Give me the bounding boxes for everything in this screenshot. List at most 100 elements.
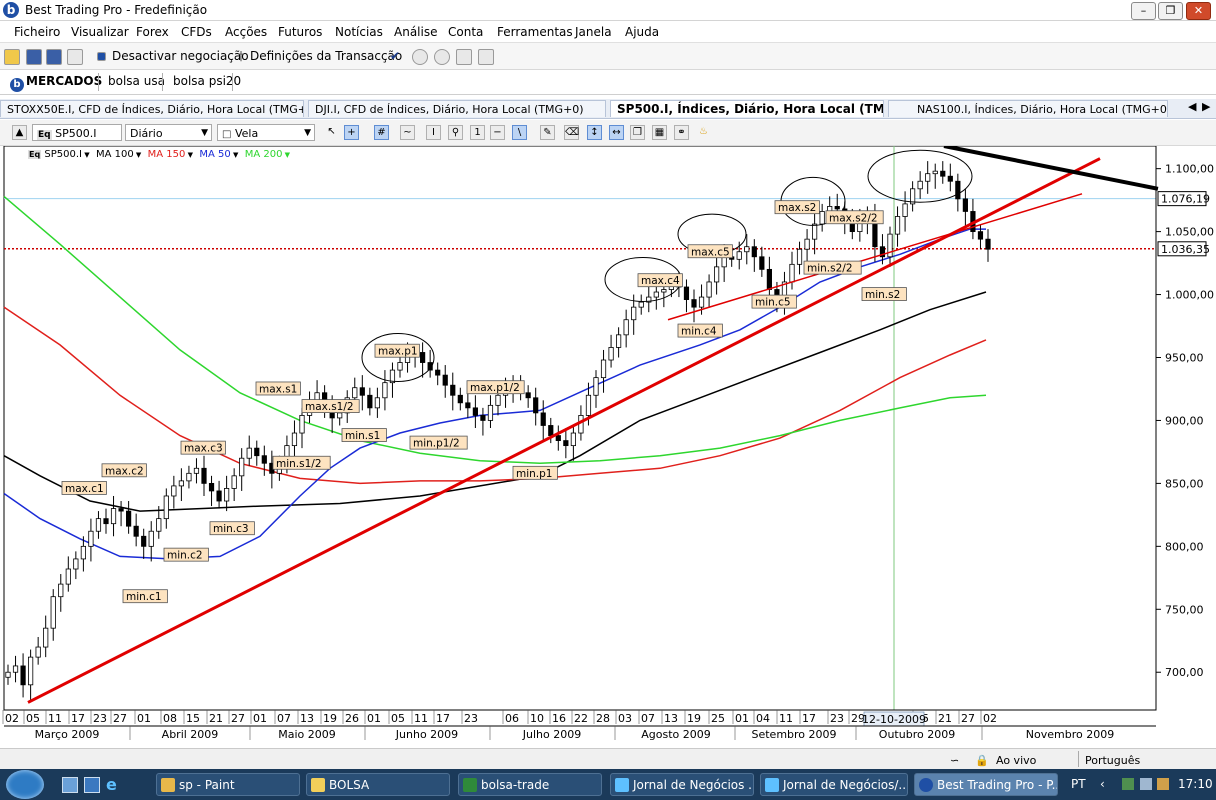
chart-type-select[interactable]: □ Vela ▼ bbox=[217, 124, 315, 141]
print-icon[interactable] bbox=[67, 49, 83, 65]
symbol-input[interactable]: Eq SP500.I bbox=[32, 124, 122, 141]
menu-janela[interactable]: Janela bbox=[575, 25, 612, 39]
x-tick-label: 27 bbox=[961, 712, 975, 725]
start-button[interactable] bbox=[6, 770, 44, 799]
annotation-label: min.c3 bbox=[209, 521, 255, 535]
legend-ma100[interactable]: MA 100 bbox=[96, 149, 134, 160]
tray-app-icon[interactable] bbox=[1157, 778, 1169, 790]
scroll-lock-icon[interactable]: ↔ bbox=[609, 125, 624, 140]
chart-tab-nas100[interactable]: NAS100.I, Índices, Diário, Hora Local (T… bbox=[888, 100, 1168, 117]
taskbar-item-jornal-2[interactable]: Jornal de Negócios/... bbox=[760, 773, 908, 796]
menu-analise[interactable]: Análise bbox=[394, 25, 437, 39]
legend-ma50[interactable]: MA 50 bbox=[199, 149, 230, 160]
candle-body bbox=[563, 440, 569, 447]
menu-conta[interactable]: Conta bbox=[448, 25, 483, 39]
candle-body bbox=[201, 467, 207, 484]
grid-icon[interactable]: # bbox=[374, 125, 389, 140]
x-tick-label: 04 bbox=[756, 712, 770, 725]
x-tick-label: 19 bbox=[323, 712, 337, 725]
menu-ficheiro[interactable]: Ficheiro bbox=[14, 25, 60, 39]
pencil-icon[interactable]: ✎ bbox=[540, 125, 555, 140]
zoom-out-icon[interactable]: − bbox=[490, 125, 505, 140]
home-icon[interactable] bbox=[456, 49, 472, 65]
ie-icon[interactable]: e bbox=[106, 775, 117, 794]
disabled-circle-icon-2[interactable] bbox=[434, 49, 450, 65]
copy-icon[interactable]: ❐ bbox=[630, 125, 645, 140]
menu-ferramentas[interactable]: Ferramentas bbox=[497, 25, 573, 39]
cursor-arrow-icon[interactable]: ↖ bbox=[324, 125, 339, 140]
tray-language[interactable]: PT bbox=[1071, 777, 1086, 791]
price-chart[interactable]: max.c1max.c2 max.c3 min.c1 min.c2 min.c3 max.… bbox=[0, 146, 1216, 744]
chart-tab-dji[interactable]: DJI.I, CFD de Índices, Diário, Hora Loca… bbox=[308, 100, 606, 117]
candle-body bbox=[299, 415, 305, 434]
explorer-icon[interactable] bbox=[84, 777, 100, 793]
tab-divider bbox=[98, 73, 99, 91]
menu-cfds[interactable]: CFDs bbox=[181, 25, 212, 39]
month-label: Novembro 2009 bbox=[1026, 728, 1114, 741]
text-tool-icon[interactable]: I bbox=[426, 125, 441, 140]
trendline-icon[interactable]: \ bbox=[512, 125, 527, 140]
network-icon[interactable] bbox=[1122, 778, 1134, 790]
x-tick-label: 11 bbox=[779, 712, 793, 725]
menu-noticias[interactable]: Notícias bbox=[335, 25, 383, 39]
annotation-text: min.s1/2 bbox=[276, 458, 322, 470]
tab-mercados-label: MERCADOS bbox=[26, 74, 103, 88]
legend-symbol[interactable]: SP500.I bbox=[44, 149, 82, 160]
checkmark-icon[interactable]: ✔ bbox=[390, 49, 400, 63]
autoscale-icon[interactable]: ↕ bbox=[587, 125, 602, 140]
chart-tab-stoxx50e[interactable]: STOXX50E.I, CFD de Índices, Diário, Hora… bbox=[0, 100, 304, 117]
restore-button[interactable]: ❐ bbox=[1158, 2, 1183, 20]
crosshair-date-label: 12-10-2009 bbox=[862, 713, 926, 726]
tab-bolsa-psi20[interactable]: bolsa psi20 bbox=[173, 74, 241, 88]
tray-arrow-icon[interactable]: ‹ bbox=[1100, 777, 1105, 791]
save-icon[interactable] bbox=[26, 49, 42, 65]
annotation-label: min.s2 bbox=[861, 287, 907, 301]
candle-body bbox=[254, 447, 260, 457]
deactivate-trading-button[interactable]: Desactivar negociação bbox=[112, 49, 249, 63]
chevron-down-icon: ▼ bbox=[230, 151, 239, 159]
transaction-settings-button[interactable]: Definições da Transacção bbox=[250, 49, 402, 63]
tab-scroll-left-icon[interactable]: ◀ bbox=[1188, 100, 1196, 113]
legend-ma200[interactable]: MA 200 bbox=[245, 149, 283, 160]
refresh-icon[interactable] bbox=[478, 49, 494, 65]
crosshair-icon[interactable]: + bbox=[344, 125, 359, 140]
chart-tab-sp500[interactable]: SP500.I, Índices, Diário, Hora Local (TM… bbox=[610, 100, 884, 117]
indicators-icon[interactable]: ~ bbox=[400, 125, 415, 140]
show-desktop-icon[interactable] bbox=[62, 777, 78, 793]
taskbar-item-bolsa[interactable]: BOLSA bbox=[306, 773, 450, 796]
close-button[interactable]: ✕ bbox=[1186, 2, 1211, 20]
tab-bolsa-usa[interactable]: bolsa usa bbox=[108, 74, 165, 88]
taskbar-item-paint[interactable]: sp - Paint bbox=[156, 773, 300, 796]
menu-ajuda[interactable]: Ajuda bbox=[625, 25, 659, 39]
collapse-up-icon[interactable]: ▲ bbox=[12, 125, 27, 140]
period-select[interactable]: Diário ▼ bbox=[125, 124, 212, 141]
annotation-label: max.c2 bbox=[101, 463, 147, 477]
link-icon[interactable]: ⚭ bbox=[674, 125, 689, 140]
template-icon[interactable]: ▦ bbox=[652, 125, 667, 140]
menu-accoes[interactable]: Acções bbox=[225, 25, 267, 39]
alert-bell-icon[interactable]: ♨ bbox=[696, 125, 711, 140]
tab-divider bbox=[232, 73, 233, 91]
candle-body bbox=[359, 387, 365, 396]
menu-futuros[interactable]: Futuros bbox=[278, 25, 322, 39]
tab-scroll-right-icon[interactable]: ▶ bbox=[1202, 100, 1210, 113]
candle-body bbox=[812, 223, 818, 240]
taskbar-item-best-trading[interactable]: Best Trading Pro - P... bbox=[914, 773, 1058, 796]
save-all-icon[interactable] bbox=[46, 49, 62, 65]
menu-visualizar[interactable]: Visualizar bbox=[71, 25, 129, 39]
ratio-icon[interactable]: 1 bbox=[470, 125, 485, 140]
zoom-icon[interactable]: ⚲ bbox=[448, 125, 463, 140]
taskbar-item-bolsa-trade[interactable]: bolsa-trade bbox=[458, 773, 602, 796]
clock[interactable]: 17:10 bbox=[1178, 777, 1213, 791]
minimize-button[interactable]: – bbox=[1131, 2, 1156, 20]
taskbar-item-jornal-1[interactable]: Jornal de Negócios ... bbox=[610, 773, 754, 796]
tab-mercados[interactable]: b MERCADOS bbox=[4, 74, 108, 94]
candle-body bbox=[337, 412, 343, 419]
eraser-icon[interactable]: ⌫ bbox=[564, 125, 579, 140]
volume-icon[interactable] bbox=[1140, 778, 1152, 790]
open-folder-icon[interactable] bbox=[4, 49, 20, 65]
disabled-circle-icon[interactable] bbox=[412, 49, 428, 65]
legend-ma150[interactable]: MA 150 bbox=[148, 149, 186, 160]
menu-forex[interactable]: Forex bbox=[136, 25, 169, 39]
candle-body bbox=[12, 665, 19, 673]
